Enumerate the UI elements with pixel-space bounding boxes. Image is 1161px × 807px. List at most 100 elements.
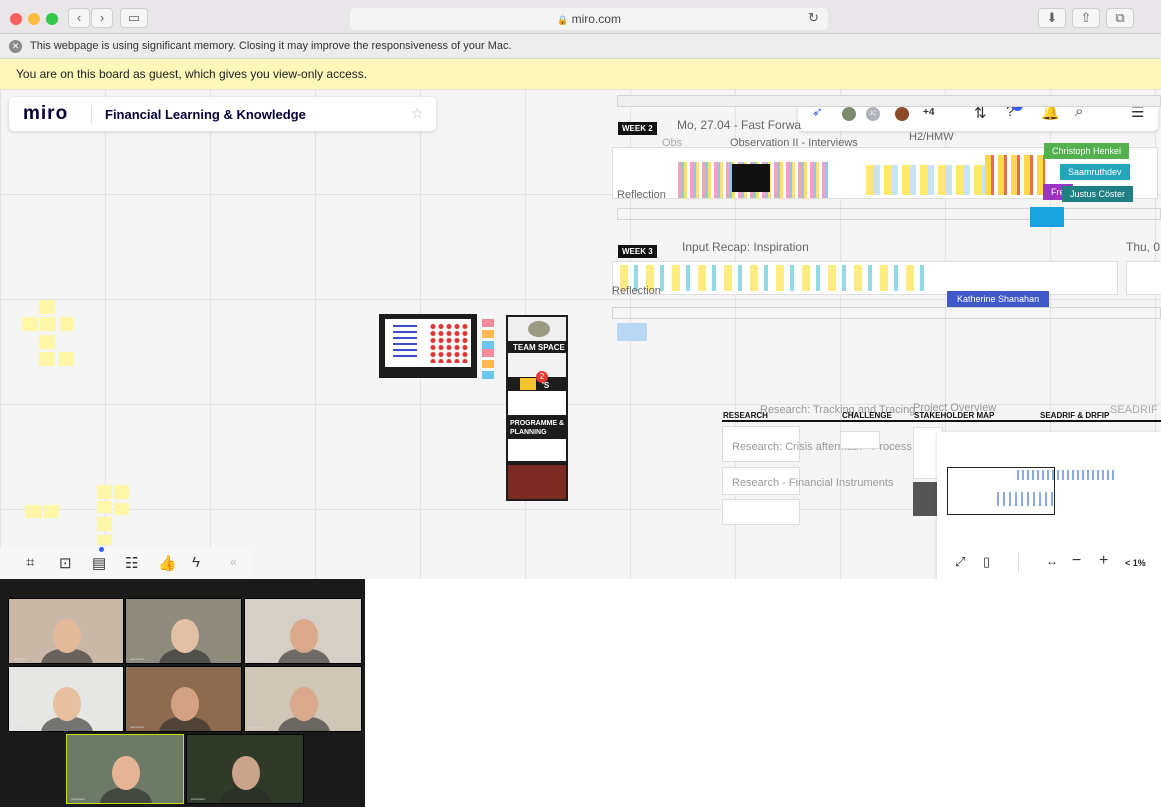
frame xyxy=(1126,261,1161,295)
minimize-window-button[interactable] xyxy=(28,13,40,25)
share-icon[interactable]: ⇧ xyxy=(1072,8,1100,28)
downloads-icon[interactable]: ⬇ xyxy=(1038,8,1066,28)
section-label: PROGRAMME & PLANNING xyxy=(510,420,565,436)
guest-notice-bar: You are on this board as guest, which gi… xyxy=(0,59,1161,89)
miro-logo[interactable]: miro xyxy=(23,103,68,125)
video-tile[interactable]: participant xyxy=(244,598,362,664)
minimap-content xyxy=(997,492,1057,506)
address-bar[interactable]: 🔒 miro.com xyxy=(350,8,828,30)
sticky-note xyxy=(39,352,55,366)
zoom-out-button[interactable]: − xyxy=(1072,552,1081,570)
frame-title: Research - Financial Instruments xyxy=(732,477,894,489)
chart-thumbnail xyxy=(385,319,471,367)
section-label: STAKEHOLDER MAP xyxy=(914,411,995,420)
video-tile[interactable]: participant xyxy=(244,666,362,732)
collaborator-cursor: Christoph Henkel xyxy=(1044,143,1130,159)
voting-icon[interactable]: 👍 xyxy=(158,554,177,572)
zoom-level[interactable]: < 1% xyxy=(1125,558,1146,568)
sticky-cluster xyxy=(866,165,986,195)
sticky-note xyxy=(22,317,38,331)
participant-name: participant xyxy=(249,725,263,729)
fit-to-screen-icon[interactable]: ↔ xyxy=(1046,554,1058,568)
week-label: WEEK 3 xyxy=(618,245,657,258)
tabs-overview-icon[interactable]: ⧉ xyxy=(1106,8,1134,28)
sticky-note xyxy=(97,485,112,499)
star-icon[interactable]: ☆ xyxy=(411,105,424,122)
week-label: WEEK 2 xyxy=(618,122,657,135)
section-label: 'S xyxy=(542,381,550,390)
stakeholder-frame xyxy=(913,482,939,516)
memory-warning-text: This webpage is using significant memory… xyxy=(30,40,512,52)
memory-warning-bar: ✕ This webpage is using significant memo… xyxy=(0,34,1161,59)
fullscreen-icon[interactable]: ⤢ xyxy=(955,554,965,570)
divider xyxy=(1018,553,1019,573)
sticky-cluster xyxy=(620,265,930,291)
frame-title: H2/HMW xyxy=(909,131,954,143)
comments-icon[interactable]: ▤ xyxy=(92,554,106,572)
reflection-label: Reflection xyxy=(612,285,661,297)
sticky-note xyxy=(25,505,42,518)
sticky-cluster xyxy=(1030,207,1064,227)
lightning-icon[interactable]: ϟ xyxy=(192,554,200,571)
guest-notice-text: You are on this board as guest, which gi… xyxy=(16,67,368,81)
dot-grid xyxy=(429,323,469,363)
video-tile[interactable]: participant xyxy=(8,598,124,664)
back-icon[interactable]: ‹ xyxy=(68,8,90,28)
minimap-toggle-icon[interactable]: ▯ xyxy=(983,554,990,570)
video-tile[interactable]: participant xyxy=(186,734,304,804)
video-tile[interactable]: participant xyxy=(66,734,184,804)
video-tile[interactable]: participant xyxy=(125,666,242,732)
frame-title: Input Recap: Inspiration xyxy=(682,240,809,254)
participant-video xyxy=(232,756,260,790)
participant-name: participant xyxy=(191,797,205,801)
video-tile[interactable]: participant xyxy=(125,598,242,664)
participant-name: participant xyxy=(130,725,144,729)
reload-icon[interactable]: ↻ xyxy=(808,10,819,26)
zoom-window-button[interactable] xyxy=(46,13,58,25)
board-widget xyxy=(732,164,770,192)
sticky-cluster xyxy=(617,323,647,341)
sidebar-icon[interactable]: ▭ xyxy=(120,8,148,28)
zoom-in-button[interactable]: + xyxy=(1099,552,1108,570)
thumbnail xyxy=(508,465,566,499)
frames-icon[interactable]: ⌗ xyxy=(26,554,34,571)
reflection-label: Reflection xyxy=(617,189,666,201)
board-canvas[interactable]: miro Financial Learning & Knowledge ☆ ➶ … xyxy=(0,89,1161,579)
more-collaborators[interactable]: +4 xyxy=(923,107,934,118)
legend xyxy=(393,325,417,357)
close-window-button[interactable] xyxy=(10,13,22,25)
section-label: TEAM SPACE xyxy=(513,343,565,352)
frame-title: Research: Crisis aftermath - Process xyxy=(732,441,912,453)
team-space-stack: TEAM SPACE 2 'S PROGRAMME & PLANNING xyxy=(506,315,568,501)
board-title[interactable]: Financial Learning & Knowledge xyxy=(105,107,306,122)
presentation-icon[interactable]: ⊡ xyxy=(59,554,72,572)
comment-icon[interactable] xyxy=(520,378,536,390)
participant-name: participant xyxy=(71,797,85,801)
participant-video xyxy=(170,686,199,721)
sticky-note xyxy=(39,335,55,349)
avatar[interactable] xyxy=(840,105,858,123)
section-label: CHALLENGE xyxy=(842,411,892,420)
close-warning-icon[interactable]: ✕ xyxy=(9,40,22,53)
cards-icon[interactable]: ☷ xyxy=(125,554,138,572)
participant-name: participant xyxy=(249,657,263,661)
avatar[interactable] xyxy=(893,105,911,123)
section-label: SEADRIF & DRFIP xyxy=(1040,411,1110,420)
sticky-note xyxy=(114,503,129,515)
forward-icon[interactable]: › xyxy=(91,8,113,28)
zoom-controls: ⤢ ▯ ↔ − + < 1% xyxy=(937,547,1161,579)
participant-name: participant xyxy=(13,657,27,661)
sticky-note xyxy=(40,317,56,331)
frame-title: Research: Tracking and Tracing xyxy=(760,404,916,416)
avatar[interactable]: JC xyxy=(864,105,882,123)
research-frame xyxy=(722,499,800,525)
thumbnail xyxy=(508,317,566,341)
collapse-icon[interactable]: « xyxy=(230,555,237,569)
participant-video xyxy=(53,686,81,721)
video-tile[interactable]: participant xyxy=(8,666,124,732)
board-header-panel: miro Financial Learning & Knowledge ☆ xyxy=(9,97,436,131)
sticky-note xyxy=(59,352,74,366)
lock-icon: 🔒 xyxy=(557,15,569,25)
video-call-window: participant participant participant partici… xyxy=(0,579,365,807)
participant-video xyxy=(170,618,199,653)
